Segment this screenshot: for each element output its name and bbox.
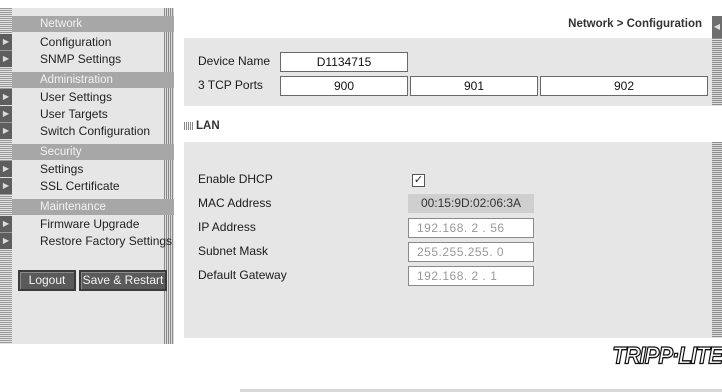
sidebar-item-switch-configuration[interactable]: ▶ Switch Configuration [0, 123, 174, 139]
arrow-icon: ▶ [0, 89, 12, 105]
default-gateway-field[interactable]: 192.168. 2 . 1 [408, 266, 534, 286]
section-header-network: Network [12, 16, 174, 32]
ip-address-label: IP Address [198, 220, 256, 234]
subnet-mask-label: Subnet Mask [198, 244, 269, 258]
save-restart-button[interactable]: Save & Restart [79, 270, 167, 291]
sidebar-item-configuration[interactable]: ▶ Configuration [0, 34, 174, 50]
lan-title-text: LAN [196, 120, 220, 132]
sidebar-item-label: Switch Configuration [40, 124, 151, 138]
ip-address-field[interactable]: 192.168. 2 . 56 [408, 218, 534, 238]
sidebar: Network ▶ Configuration ▶ SNMP Settings … [0, 8, 174, 344]
sidebar-item-user-targets[interactable]: ▶ User Targets [0, 106, 174, 122]
sidebar-item-label: SNMP Settings [40, 52, 122, 66]
tcp-port-field-3[interactable]: 902 [540, 76, 708, 96]
arrow-icon: ▶ [0, 34, 12, 50]
panel-grip [712, 142, 722, 338]
sidebar-item-user-settings[interactable]: ▶ User Settings [0, 89, 174, 105]
sidebar-item-ssl-certificate[interactable]: ▶ SSL Certificate [0, 178, 174, 194]
lan-grip-icon [184, 122, 194, 130]
section-header-maintenance: Maintenance [12, 199, 174, 215]
sidebar-item-label: User Settings [40, 90, 113, 104]
arrow-icon: ▶ [0, 178, 12, 194]
sidebar-item-label: User Targets [40, 107, 108, 121]
enable-dhcp-label: Enable DHCP [198, 172, 273, 186]
mac-address-label: MAC Address [198, 196, 272, 210]
arrow-icon: ▶ [0, 123, 12, 139]
arrow-icon: ▶ [0, 161, 12, 177]
section-header-administration: Administration [12, 72, 174, 88]
mac-address-value: 00:15:9D:02:06:3A [408, 194, 534, 213]
device-name-field[interactable]: D1134715 [280, 52, 408, 72]
arrow-icon: ▶ [0, 106, 12, 122]
lan-section-bar: LAN [184, 106, 722, 142]
main-content: Network > Configuration ◀ Device Name D1… [184, 8, 722, 392]
device-panel: Device Name D1134715 3 TCP Ports 900 901… [184, 38, 722, 106]
lan-section-title: LAN [184, 120, 220, 132]
tcp-port-field-2[interactable]: 901 [410, 76, 538, 96]
sidebar-item-restore-factory-settings[interactable]: ▶ Restore Factory Settings [0, 233, 174, 249]
tcp-ports-label: 3 TCP Ports [198, 78, 263, 92]
sidebar-item-label: Settings [40, 162, 84, 176]
breadcrumb-bar: Network > Configuration ◀ [184, 14, 722, 38]
tcp-port-field-1[interactable]: 900 [280, 76, 408, 96]
sidebar-item-label: SSL Certificate [40, 179, 120, 193]
sidebar-item-snmp-settings[interactable]: ▶ SNMP Settings [0, 51, 174, 67]
collapse-arrow-icon[interactable]: ◀ [712, 16, 722, 38]
tripp-lite-logo: TRIPP·LITE [612, 341, 722, 370]
default-gateway-label: Default Gateway [198, 268, 287, 282]
sidebar-item-firmware-upgrade[interactable]: ▶ Firmware Upgrade [0, 216, 174, 232]
panel-grip [712, 38, 722, 106]
arrow-icon: ▶ [0, 216, 12, 232]
sidebar-item-label: Configuration [40, 35, 112, 49]
enable-dhcp-checkbox[interactable]: ✓ [412, 174, 425, 187]
logout-button[interactable]: Logout [18, 270, 76, 291]
subnet-mask-field[interactable]: 255.255.255. 0 [408, 242, 534, 262]
sidebar-item-security-settings[interactable]: ▶ Settings [0, 161, 174, 177]
device-name-label: Device Name [198, 54, 271, 68]
section-header-security: Security [12, 144, 174, 160]
sidebar-item-label: Firmware Upgrade [40, 217, 140, 231]
lan-panel: Enable DHCP ✓ MAC Address 00:15:9D:02:06… [184, 142, 722, 338]
sidebar-item-label: Restore Factory Settings [40, 234, 173, 248]
breadcrumb: Network > Configuration [568, 18, 702, 30]
arrow-icon: ▶ [0, 51, 12, 67]
arrow-icon: ▶ [0, 233, 12, 249]
